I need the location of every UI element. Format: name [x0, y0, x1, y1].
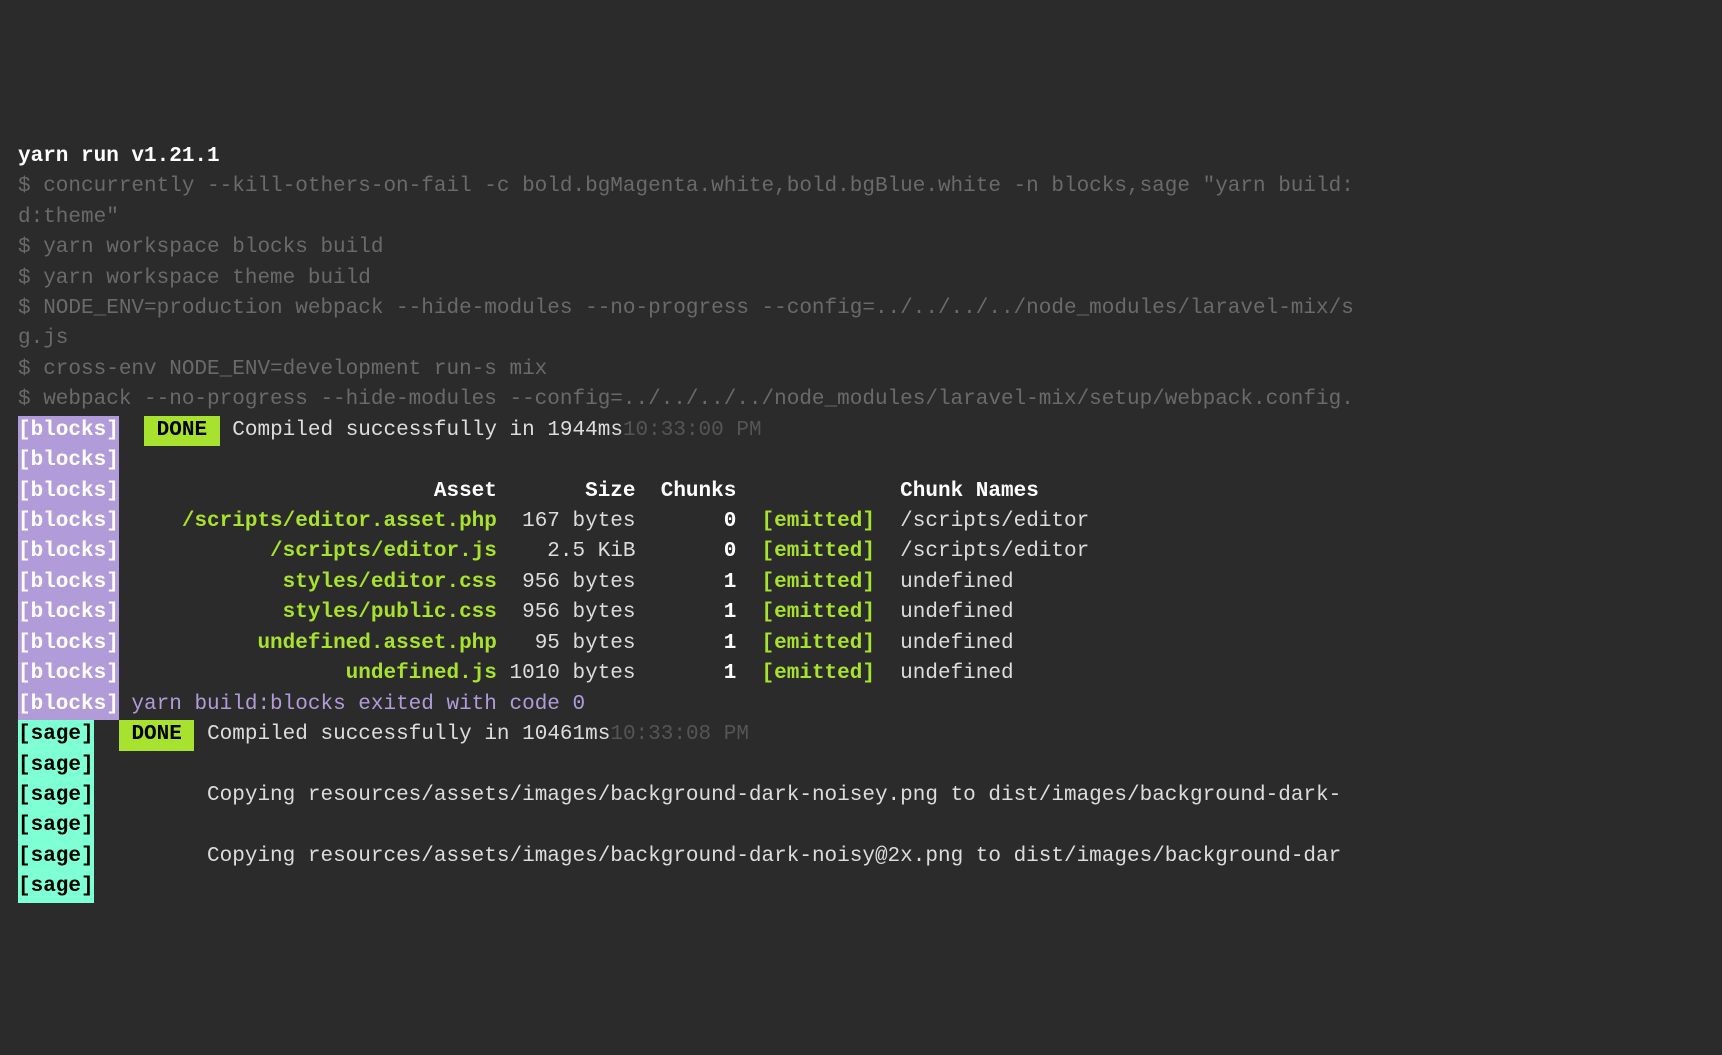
- terminal-line: [sage] Copying resources/assets/images/b…: [18, 781, 1704, 811]
- terminal-line: [blocks] /scripts/editor.js 2.5 KiB 0 [e…: [18, 537, 1704, 567]
- blocks-tag: [blocks]: [18, 416, 119, 446]
- done-badge: DONE: [144, 416, 220, 446]
- compile-message: Compiled successfully in 1944ms: [220, 419, 623, 442]
- terminal-line: [sage] Copying resources/assets/images/b…: [18, 842, 1704, 872]
- sage-tag: [sage]: [18, 751, 94, 781]
- blocks-tag: [blocks]: [18, 659, 119, 689]
- blocks-tag: [blocks]: [18, 690, 119, 720]
- terminal-line: $ yarn workspace blocks build: [18, 233, 1704, 263]
- asset-chunks: 0: [636, 540, 737, 563]
- asset-size: 95 bytes: [497, 632, 636, 655]
- emitted-badge: [emitted]: [736, 662, 875, 685]
- terminal-line: $ webpack --no-progress --hide-modules -…: [18, 385, 1704, 415]
- copy-message: Copying resources/assets/images/backgrou…: [94, 845, 1342, 868]
- command-line: $ yarn workspace theme build: [18, 267, 371, 290]
- sage-tag: [sage]: [18, 872, 94, 902]
- terminal-line: [blocks] /scripts/editor.asset.php 167 b…: [18, 507, 1704, 537]
- copy-message: Copying resources/assets/images/backgrou…: [94, 784, 1342, 807]
- yarn-version: yarn run v1.21.1: [18, 145, 220, 168]
- asset-name: styles/editor.css: [119, 571, 497, 594]
- col-size: Size: [497, 480, 636, 503]
- command-line: $ webpack --no-progress --hide-modules -…: [18, 388, 1354, 411]
- sage-tag: [sage]: [18, 781, 94, 811]
- asset-name: undefined.asset.php: [119, 632, 497, 655]
- blocks-tag: [blocks]: [18, 507, 119, 537]
- asset-chunks: 1: [636, 662, 737, 685]
- terminal-line: [blocks] Asset Size Chunks Chunk Names: [18, 477, 1704, 507]
- asset-chunks: 1: [636, 571, 737, 594]
- terminal-line: [sage]: [18, 751, 1704, 781]
- terminal-line: [blocks]: [18, 446, 1704, 476]
- terminal-line: d:theme": [18, 203, 1704, 233]
- terminal-line: [blocks] DONE Compiled successfully in 1…: [18, 416, 1704, 446]
- terminal-line: [blocks] undefined.asset.php 95 bytes 1 …: [18, 629, 1704, 659]
- terminal-line: $ yarn workspace theme build: [18, 264, 1704, 294]
- terminal-line: yarn run v1.21.1: [18, 142, 1704, 172]
- asset-size: 167 bytes: [497, 510, 636, 533]
- terminal-line: [sage]: [18, 872, 1704, 902]
- asset-chunks: 1: [636, 632, 737, 655]
- emitted-badge: [emitted]: [736, 510, 875, 533]
- terminal-line: [blocks] yarn build:blocks exited with c…: [18, 690, 1704, 720]
- chunk-name: undefined: [875, 571, 1014, 594]
- terminal-line: [sage] DONE Compiled successfully in 104…: [18, 720, 1704, 750]
- terminal-line: g.js: [18, 324, 1704, 354]
- terminal-line: $ concurrently --kill-others-on-fail -c …: [18, 172, 1704, 202]
- asset-name: undefined.js: [119, 662, 497, 685]
- blocks-tag: [blocks]: [18, 446, 119, 476]
- chunk-name: /scripts/editor: [875, 540, 1089, 563]
- emitted-badge: [emitted]: [736, 632, 875, 655]
- sage-tag: [sage]: [18, 842, 94, 872]
- asset-size: 956 bytes: [497, 601, 636, 624]
- chunk-name: undefined: [875, 662, 1014, 685]
- emitted-badge: [emitted]: [736, 601, 875, 624]
- terminal-line: [blocks] undefined.js 1010 bytes 1 [emit…: [18, 659, 1704, 689]
- emitted-badge: [emitted]: [736, 571, 875, 594]
- command-line: $ yarn workspace blocks build: [18, 236, 383, 259]
- asset-name: /scripts/editor.asset.php: [119, 510, 497, 533]
- asset-chunks: 1: [636, 601, 737, 624]
- terminal-line: [blocks] styles/public.css 956 bytes 1 […: [18, 598, 1704, 628]
- blocks-tag: [blocks]: [18, 537, 119, 567]
- asset-size: 956 bytes: [497, 571, 636, 594]
- asset-name: styles/public.css: [119, 601, 497, 624]
- exit-message: yarn build:blocks exited with code 0: [119, 693, 585, 716]
- asset-chunks: 0: [636, 510, 737, 533]
- timestamp: 10:33:08 PM: [610, 723, 749, 746]
- blocks-tag: [blocks]: [18, 477, 119, 507]
- emitted-badge: [emitted]: [736, 540, 875, 563]
- compile-message: Compiled successfully in 10461ms: [194, 723, 610, 746]
- timestamp: 10:33:00 PM: [623, 419, 762, 442]
- col-asset: Asset: [119, 480, 497, 503]
- blocks-tag: [blocks]: [18, 629, 119, 659]
- sage-tag: [sage]: [18, 811, 94, 841]
- command-line: $ cross-env NODE_ENV=development run-s m…: [18, 358, 547, 381]
- chunk-name: undefined: [875, 632, 1014, 655]
- terminal-line: [blocks] styles/editor.css 956 bytes 1 […: [18, 568, 1704, 598]
- terminal-line: $ NODE_ENV=production webpack --hide-mod…: [18, 294, 1704, 324]
- asset-size: 2.5 KiB: [497, 540, 636, 563]
- asset-size: 1010 bytes: [497, 662, 636, 685]
- col-chunk-names: Chunk Names: [900, 480, 1039, 503]
- command-line: d:theme": [18, 206, 119, 229]
- terminal-line: $ cross-env NODE_ENV=development run-s m…: [18, 355, 1704, 385]
- terminal-line: [sage]: [18, 811, 1704, 841]
- done-badge: DONE: [119, 720, 195, 750]
- sage-tag: [sage]: [18, 720, 94, 750]
- command-line: $ concurrently --kill-others-on-fail -c …: [18, 175, 1354, 198]
- command-line: $ NODE_ENV=production webpack --hide-mod…: [18, 297, 1354, 320]
- chunk-name: undefined: [875, 601, 1014, 624]
- col-chunks: Chunks: [636, 480, 737, 503]
- chunk-name: /scripts/editor: [875, 510, 1089, 533]
- command-line: g.js: [18, 327, 68, 350]
- asset-name: /scripts/editor.js: [119, 540, 497, 563]
- blocks-tag: [blocks]: [18, 568, 119, 598]
- terminal-output: yarn run v1.21.1 $ concurrently --kill-ot…: [18, 142, 1704, 903]
- blocks-tag: [blocks]: [18, 598, 119, 628]
